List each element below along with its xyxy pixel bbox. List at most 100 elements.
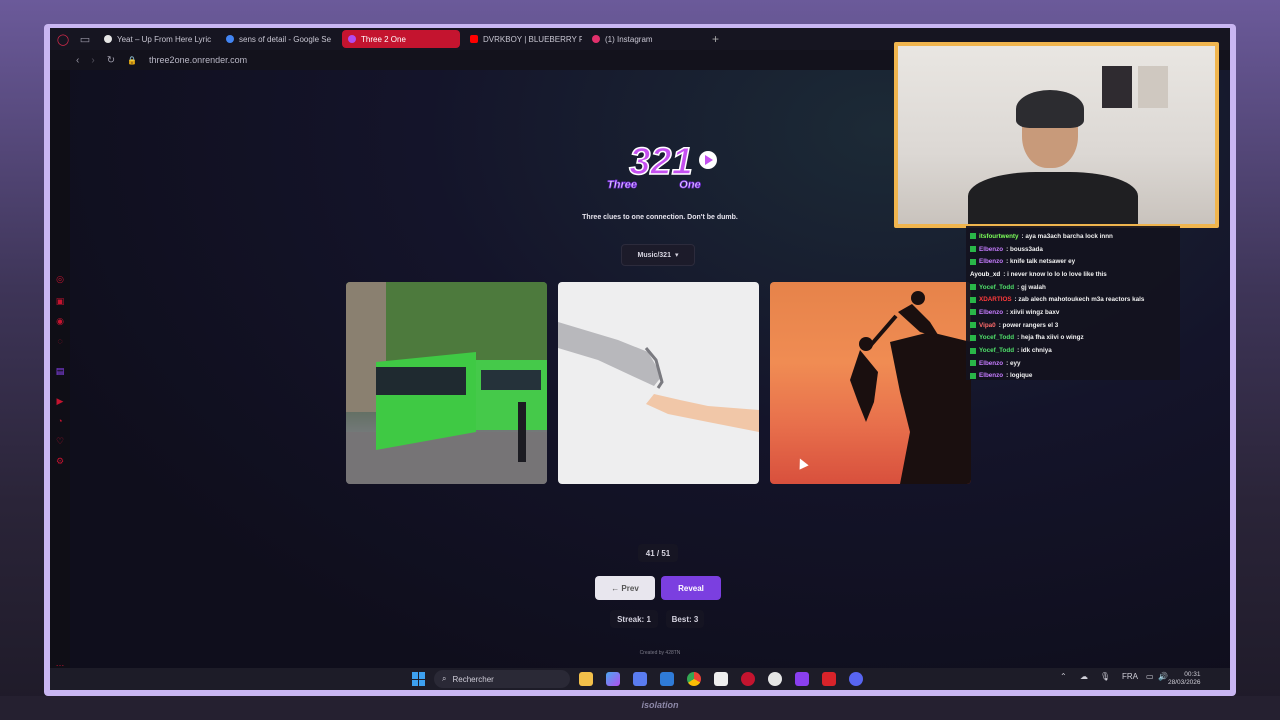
chat-message: Elbenzo: xiivii wingz baxv: [970, 306, 1176, 319]
logo-left-text: Three: [607, 179, 637, 191]
badge-icon: [970, 258, 976, 265]
player-icon[interactable]: ▶: [55, 396, 65, 406]
messenger-icon[interactable]: ◉: [55, 316, 65, 326]
opera-logo-icon[interactable]: ◯: [54, 30, 72, 48]
chat-message: Elbenzo: knife talk netsawer ey: [970, 255, 1176, 268]
store-icon[interactable]: [633, 672, 647, 686]
settings-icon[interactable]: ⚙: [55, 456, 65, 466]
reveal-button[interactable]: Reveal: [661, 576, 721, 600]
badge-icon: [970, 296, 976, 303]
chrome-icon[interactable]: [687, 672, 701, 686]
chat-message: Yocef_Todd: gj walah: [970, 281, 1176, 294]
twitch-icon[interactable]: ▤: [55, 366, 65, 376]
progress-counter: 41 / 51: [638, 544, 678, 562]
tab-label: DVRKBOY | BLUEBERRY F: [483, 34, 582, 44]
taskbar-search[interactable]: ⌕ Rechercher: [434, 670, 570, 688]
logo-number: 321: [629, 141, 692, 183]
tab-label: Three 2 One: [361, 34, 406, 44]
poster: [1102, 66, 1132, 108]
url-field[interactable]: three2one.onrender.com: [149, 55, 247, 65]
tab-instagram[interactable]: (1) Instagram: [586, 30, 704, 48]
language-indicator[interactable]: FRA: [1122, 672, 1138, 681]
copilot-icon[interactable]: [606, 672, 620, 686]
app-r-icon[interactable]: [822, 672, 836, 686]
badge-icon: [970, 334, 976, 341]
chat-message: Elbenzo: bouss3ada: [970, 243, 1176, 256]
badge-icon: [970, 322, 976, 329]
category-label: Music/321: [637, 251, 671, 259]
windows-start-icon[interactable]: [412, 672, 426, 686]
chat-message: Elbenzo: eyy: [970, 357, 1176, 370]
reload-icon[interactable]: ↻: [107, 55, 115, 66]
chat-message: Elbenzo: logique: [970, 370, 1176, 383]
poster: [1138, 66, 1168, 108]
streamer-body: [968, 172, 1138, 224]
aria-icon[interactable]: ◎: [55, 274, 65, 284]
clue-image-climbers: [770, 282, 971, 484]
tab-google[interactable]: sens of detail - Google Se: [220, 30, 338, 48]
back-icon[interactable]: ‹: [76, 55, 79, 66]
streak-badge: Streak: 1: [610, 610, 658, 628]
best-badge: Best: 3: [666, 610, 704, 628]
clue-image-hands: [558, 282, 759, 484]
browser-sidebar: ◎ ▣ ◉ ◌ ▤ ▶ ◔ ♡ ⚙ …: [50, 70, 70, 668]
taskbar-clock[interactable]: 00:31 28/03/2026: [1168, 671, 1201, 687]
clue-image-tram: [346, 282, 547, 484]
chat-message: itsfourtwenty: aya ma3ach barcha lock in…: [970, 230, 1176, 243]
badge-icon: [970, 347, 976, 354]
webcam-overlay: [894, 42, 1219, 228]
network-icon[interactable]: ▭: [1146, 672, 1154, 681]
clock-time: 00:31: [1184, 671, 1201, 678]
webcam-feed: [898, 46, 1215, 224]
tab-three-2-one[interactable]: Three 2 One: [342, 30, 460, 48]
windows-taskbar: ⌕ Rechercher ⌃ ☁ 🎙 FRA ▭ 🔊 00:31 28/03/2…: [50, 668, 1230, 690]
tab-youtube[interactable]: DVRKBOY | BLUEBERRY F: [464, 30, 582, 48]
onedrive-icon[interactable]: ☁: [1080, 672, 1088, 681]
tab-label: sens of detail - Google Se: [239, 34, 332, 44]
prev-button[interactable]: ← Prev: [595, 576, 655, 600]
volume-icon[interactable]: 🔊: [1158, 672, 1168, 681]
badge-icon: [970, 246, 976, 253]
youtube-icon: [470, 35, 478, 43]
lock-icon: 🔒: [127, 55, 138, 65]
search-label: Rechercher: [452, 674, 494, 684]
heart-app-icon[interactable]: [795, 672, 809, 686]
search-icon: ⌕: [442, 674, 447, 683]
whatsapp-icon[interactable]: ◌: [55, 336, 65, 346]
chat-message: XDARTIOS: zab alech mahotoukech m3a reac…: [970, 293, 1176, 306]
tab-label: (1) Instagram: [605, 34, 653, 44]
category-select[interactable]: Music/321 ▾: [621, 244, 695, 266]
streamer-cap: [1016, 90, 1084, 128]
chat-message: Vipa0: power rangers el 3: [970, 319, 1176, 332]
clock-date: 28/03/2026: [1168, 679, 1201, 686]
file-explorer-icon[interactable]: [579, 672, 593, 686]
obs-icon[interactable]: [768, 672, 782, 686]
heart-icon[interactable]: ♡: [55, 436, 65, 446]
chevron-up-icon[interactable]: ⌃: [1060, 672, 1067, 681]
favicon-icon: [104, 35, 112, 43]
chevron-down-icon: ▾: [674, 252, 679, 259]
chat-message: Yocef_Todd: heja fha xiivi o wingz: [970, 332, 1176, 345]
badge-icon: [970, 284, 976, 291]
google-icon: [226, 35, 234, 43]
more-icon[interactable]: …: [55, 658, 65, 668]
history-icon[interactable]: ◔: [55, 416, 65, 426]
plus-icon[interactable]: +: [712, 32, 719, 46]
tab-menu-icon[interactable]: ▭: [76, 30, 94, 48]
three2one-logo: 321 Three One: [607, 140, 717, 191]
mail-icon[interactable]: [660, 672, 674, 686]
credits-text: Created by 428TN: [639, 650, 681, 656]
forward-icon[interactable]: ›: [91, 55, 94, 66]
tab-yeat[interactable]: Yeat – Up From Here Lyric: [98, 30, 216, 48]
discord-icon[interactable]: [849, 672, 863, 686]
overlay-bottom-text: isolation: [641, 700, 679, 710]
badge-icon: [970, 233, 976, 240]
favicon-icon: [348, 35, 356, 43]
notion-icon[interactable]: [714, 672, 728, 686]
chat-message: Ayoub_xd: i never know lo lo lo love lik…: [970, 270, 1107, 278]
opera-gx-icon[interactable]: [741, 672, 755, 686]
microphone-icon[interactable]: 🎙: [1100, 672, 1110, 681]
tagline: Three clues to one connection. Don't be …: [582, 214, 738, 221]
bag-icon[interactable]: ▣: [55, 296, 65, 306]
stream-chat: itsfourtwenty: aya ma3ach barcha lock in…: [966, 226, 1180, 380]
